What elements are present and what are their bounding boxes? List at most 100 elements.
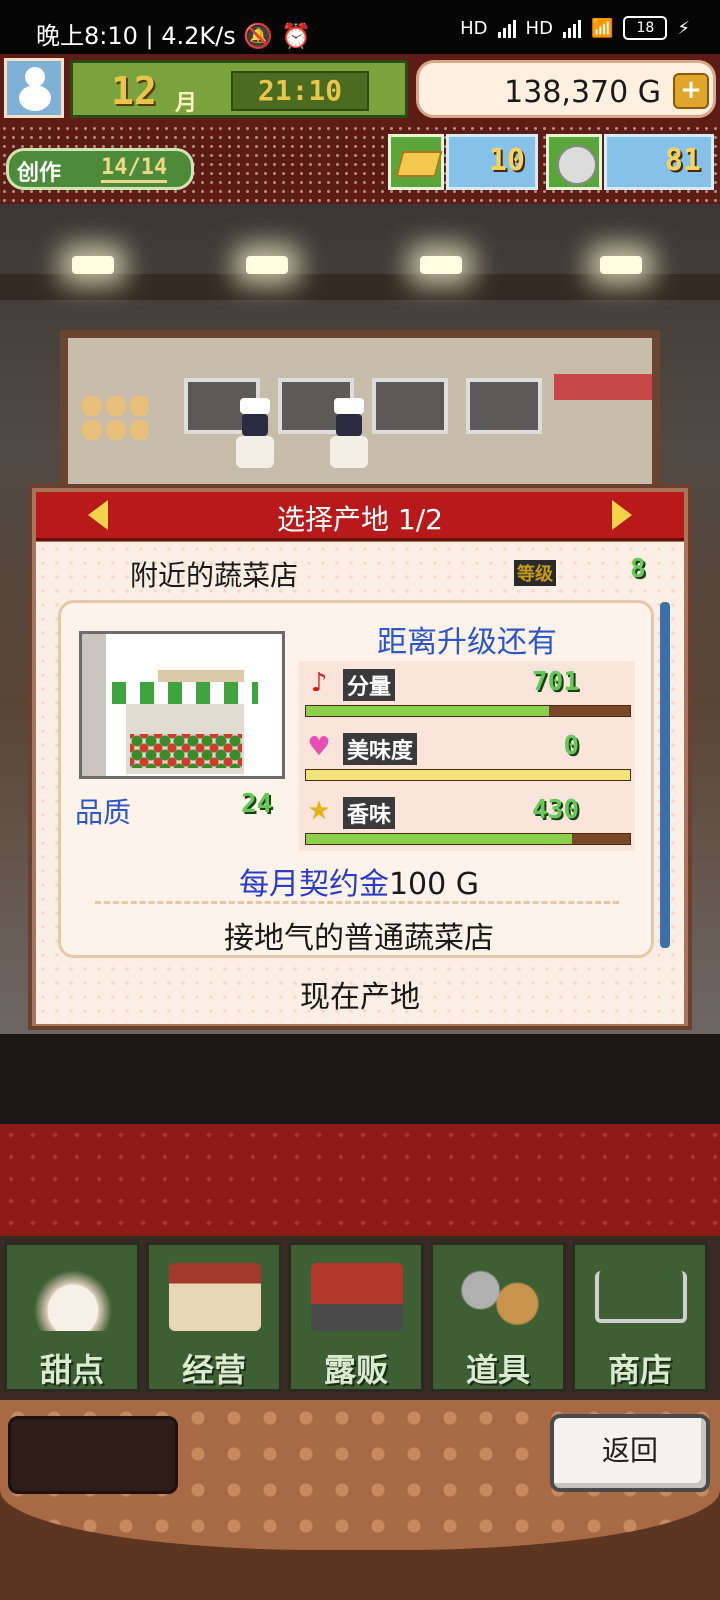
level-label: 等级 — [514, 560, 556, 586]
dashed-divider — [95, 901, 619, 904]
gold-bar-count: 10 — [488, 143, 525, 178]
menu-label: 甜点 — [39, 1351, 104, 1389]
oven — [372, 378, 448, 434]
battery-icon: 18 — [623, 16, 668, 40]
medal-counter: 81 — [604, 134, 714, 190]
stats-area: ♪ 分量 701 ♥ 美味度 0 ★ 香味 430 — [299, 661, 635, 851]
gold-panel: 138,370 G + — [416, 60, 716, 118]
select-origin-dialog: 选择产地 1/2 附近的蔬菜店 等级 8 品质 24 距离升级还有 ♪ 分量 7… — [28, 484, 692, 1030]
bread-shelf — [78, 392, 148, 442]
stat-bar-volume — [305, 705, 631, 717]
stat-fill — [306, 770, 630, 780]
awning-beam — [0, 274, 720, 300]
red-awning — [554, 374, 652, 400]
ceiling-lamp — [246, 256, 288, 274]
player-avatar[interactable] — [4, 58, 64, 118]
chef-hat — [240, 398, 270, 414]
ceiling-lamp — [420, 256, 462, 274]
origin-name: 附近的蔬菜店 — [130, 559, 299, 592]
chef-face — [336, 414, 362, 436]
game-time: 21:10 — [231, 71, 369, 111]
mute-icon: 🔕 — [243, 22, 274, 50]
snowman-body — [19, 85, 51, 111]
cart-icon — [595, 1271, 687, 1323]
create-badge[interactable]: 创作 14/14 — [6, 148, 194, 190]
chef-hat — [334, 398, 364, 414]
medal-icon — [546, 134, 602, 190]
dialog-title: 选择产地 1/2 — [277, 503, 443, 536]
signal2-icon — [562, 18, 581, 38]
stat-bar-aroma — [305, 833, 631, 845]
music-note-icon: ♪ — [310, 668, 328, 698]
red-carpet — [0, 1124, 720, 1236]
gold-bar-icon — [388, 134, 444, 190]
cake-icon — [27, 1263, 119, 1331]
status-bar: 晚上8:10 | 4.2K/s 🔕 ⏰ HD HD 📶 18 ⚡ — [0, 0, 720, 60]
create-count: 14/14 — [101, 155, 168, 183]
stat-name-volume: 分量 — [343, 669, 396, 701]
footer-bar: 返回 — [0, 1400, 720, 1600]
gold-amount: 138,370 G — [504, 75, 661, 110]
heart-icon: ♥ — [307, 732, 331, 762]
signal2-label: HD — [525, 17, 553, 39]
month-unit: 月 — [175, 91, 198, 116]
gear-bag-icon — [453, 1263, 545, 1331]
menu-dessert-button[interactable]: 甜点 — [4, 1242, 140, 1392]
oven — [466, 378, 542, 434]
upgrade-remaining-label: 距离升级还有 — [377, 625, 557, 660]
menu-business-button[interactable]: 经营 — [146, 1242, 282, 1392]
stat-value-aroma: 430 — [532, 795, 579, 825]
current-origin-label: 现在产地 — [300, 980, 420, 1015]
charging-icon: ⚡ — [677, 17, 690, 39]
message-slot — [8, 1416, 178, 1494]
origin-description: 接地气的普通蔬菜店 — [224, 921, 494, 956]
bottom-menu: 甜点 经营 露贩 道具 商店 — [0, 1236, 720, 1400]
status-time: 晚上8:10 — [36, 22, 138, 50]
chef-face — [242, 414, 268, 436]
dialog-body: 附近的蔬菜店 等级 8 品质 24 距离升级还有 ♪ 分量 701 ♥ 美味度 … — [36, 542, 684, 1024]
ceiling-lamp — [600, 256, 642, 274]
menu-store-button[interactable]: 商店 — [572, 1242, 708, 1392]
chef-coat — [236, 436, 274, 468]
medal-count: 81 — [664, 143, 701, 178]
next-page-arrow-icon[interactable] — [612, 500, 632, 530]
menu-label: 经营 — [181, 1351, 246, 1389]
stat-fill — [306, 706, 549, 716]
signal1-label: HD — [460, 17, 488, 39]
menu-items-button[interactable]: 道具 — [430, 1242, 566, 1392]
contract-label: 每月契约金 — [238, 867, 389, 902]
add-gold-button[interactable]: + — [673, 73, 709, 109]
menu-label: 道具 — [465, 1351, 530, 1389]
alarm-icon: ⏰ — [280, 22, 311, 50]
stat-name-aroma: 香味 — [343, 797, 396, 829]
stat-name-taste: 美味度 — [343, 733, 418, 765]
quality-label: 品质 — [75, 796, 132, 829]
signal-icon — [497, 18, 516, 38]
status-right: HD HD 📶 18 ⚡ — [460, 16, 690, 40]
food-truck-icon — [311, 1263, 403, 1331]
chef-character — [232, 398, 278, 468]
stat-value-volume: 701 — [532, 667, 579, 697]
shop-image-awning — [112, 682, 258, 704]
status-left: 晚上8:10 | 4.2K/s 🔕 ⏰ — [36, 16, 311, 51]
quality-value: 24 — [241, 789, 273, 819]
scrollbar[interactable] — [660, 602, 670, 948]
shop-image-wall — [82, 634, 106, 776]
menu-stall-button[interactable]: 露贩 — [288, 1242, 424, 1392]
battery-level: 18 — [636, 20, 655, 36]
gold-bar-counter: 10 — [446, 134, 538, 190]
date-panel: 12 月 21:10 — [70, 60, 408, 118]
create-label: 创作 — [17, 161, 62, 186]
wifi-icon: 📶 — [590, 17, 614, 39]
shop-image-vegetables — [130, 734, 242, 768]
contract-value: 100 G — [388, 867, 480, 902]
star-icon: ★ — [307, 796, 331, 826]
level-value: 8 — [630, 554, 646, 584]
back-button[interactable]: 返回 — [550, 1414, 710, 1492]
snowman-head — [25, 67, 45, 87]
ceiling-lamp — [72, 256, 114, 274]
dialog-header: 选择产地 1/2 — [36, 492, 684, 541]
month-number: 12 — [111, 69, 157, 113]
monthly-contract: 每月契约金100 G — [61, 859, 657, 903]
origin-card[interactable]: 品质 24 距离升级还有 ♪ 分量 701 ♥ 美味度 0 ★ 香味 430 每… — [58, 600, 654, 958]
